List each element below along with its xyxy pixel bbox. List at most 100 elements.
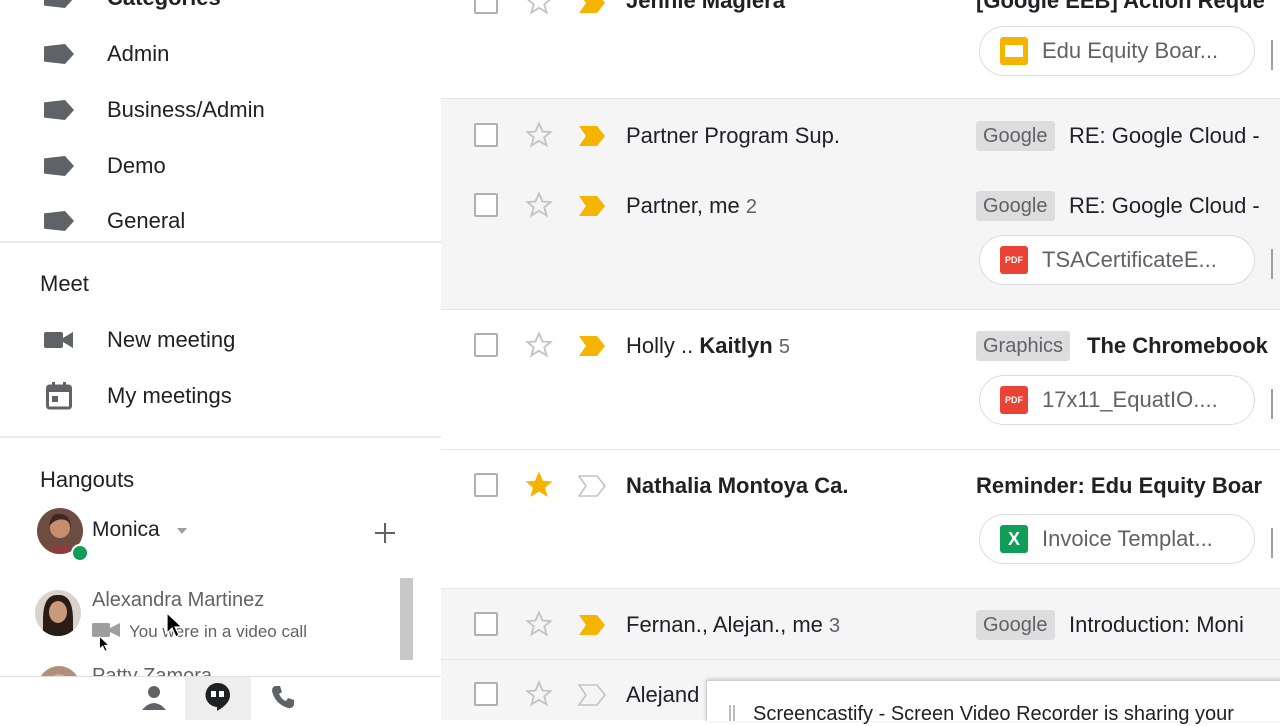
chevron-down-icon[interactable] [177, 528, 187, 534]
mouse-cursor-icon [166, 611, 184, 643]
sender-name: Nathalia Montoya Ca. [626, 473, 849, 498]
sender-name: Jennie Magiera [626, 0, 785, 13]
message-subject: RE: Google Cloud - [1069, 193, 1260, 218]
calendar-icon [44, 382, 74, 410]
attachment-name: TSACertificateE... [1042, 247, 1217, 272]
label-icon [44, 0, 74, 10]
table-row[interactable]: Jennie Magiera [Google EEB] Action Reque… [441, 0, 1280, 99]
new-meeting-label: New meeting [107, 327, 236, 352]
new-meeting-button[interactable]: New meeting [0, 316, 441, 364]
star-icon[interactable] [524, 609, 554, 638]
video-camera-icon [44, 328, 74, 352]
hangouts-contact-row[interactable]: Patty Zamora [0, 660, 441, 676]
select-checkbox[interactable] [474, 0, 498, 14]
select-checkbox[interactable] [474, 123, 498, 147]
sidebar-item-label: General [107, 208, 186, 233]
star-icon[interactable] [525, 0, 553, 16]
label-icon [44, 42, 74, 66]
avatar [35, 590, 81, 636]
sidebar-item-demo[interactable]: Demo [0, 142, 441, 190]
sidebar-item-label: Admin [107, 41, 170, 66]
pdf-file-icon: PDF [1000, 246, 1028, 274]
sender-name: Alejand [626, 682, 700, 707]
screen-sharing-text: Screencastify - Screen Video Recorder is… [753, 703, 1234, 725]
hangouts-scrollbar[interactable] [400, 578, 413, 660]
message-subject: The Chromebook [1087, 333, 1268, 358]
message-subject: Reminder: Edu Equity Boar [976, 473, 1263, 498]
table-row[interactable]: Partner, me 2 Google RE: Google Cloud - … [441, 169, 1280, 310]
star-icon[interactable] [524, 330, 554, 359]
sidebar-item-business-admin[interactable]: Business/Admin [0, 86, 441, 134]
attachment-chip[interactable]: PDF TSACertificateE... [979, 235, 1255, 285]
drag-handle-icon[interactable] [729, 705, 735, 721]
my-meetings-button[interactable]: My meetings [0, 372, 441, 420]
table-row[interactable]: Holly .. Kaitlyn 5 Graphics The Chromebo… [441, 310, 1280, 450]
hangouts-contact-row[interactable]: Alexandra Martinez You were in a video c… [0, 582, 441, 646]
table-row[interactable]: Nathalia Montoya Ca. Reminder: Edu Equit… [441, 450, 1280, 589]
contact-status-text: You were in a video call [129, 622, 307, 641]
person-icon [141, 684, 167, 715]
star-icon[interactable] [524, 190, 554, 219]
message-list: Jennie Magiera [Google EEB] Action Reque… [441, 0, 1280, 720]
select-checkbox[interactable] [474, 333, 498, 357]
label-tag[interactable]: Google [976, 191, 1055, 221]
select-checkbox[interactable] [474, 193, 498, 217]
attachment-chip[interactable]: PDF 17x11_EquatIO.... [979, 375, 1255, 425]
sender-name: Partner Program Sup. [626, 123, 840, 148]
message-subject: Introduction: Moni [1069, 612, 1244, 637]
select-checkbox[interactable] [474, 682, 498, 706]
label-icon [44, 154, 74, 178]
avatar [38, 666, 80, 676]
attachment-chip-edge [1271, 249, 1280, 279]
important-marker-icon[interactable] [577, 335, 607, 357]
screen-sharing-notification[interactable]: Screencastify - Screen Video Recorder is… [706, 680, 1280, 725]
star-icon[interactable] [524, 679, 554, 708]
star-icon[interactable] [524, 120, 554, 149]
sidebar-divider [0, 241, 441, 243]
pdf-file-icon: PDF [1000, 386, 1028, 414]
label-tag[interactable]: Google [976, 121, 1055, 151]
thread-count: 5 [778, 336, 790, 358]
hangouts-icon [205, 682, 231, 717]
contact-name: Alexandra Martinez [92, 589, 265, 611]
label-icon [44, 98, 74, 122]
sender-name: Partner, me 2 [626, 193, 757, 218]
select-checkbox[interactable] [474, 612, 498, 636]
important-marker-icon[interactable] [577, 125, 607, 147]
important-marker-icon[interactable] [577, 684, 607, 706]
hangouts-user-name: Monica [92, 518, 160, 541]
sidebar-item-label: Categories [107, 0, 221, 11]
attachment-name: Edu Equity Boar... [1042, 38, 1219, 63]
important-marker-icon[interactable] [577, 0, 607, 14]
sidebar-item-general[interactable]: General [0, 197, 441, 245]
conversations-tab[interactable] [185, 677, 251, 720]
attachment-chip[interactable]: Edu Equity Boar... [979, 26, 1255, 76]
sheets-file-icon: X [1000, 525, 1028, 553]
label-tag[interactable]: Google [976, 610, 1055, 640]
plus-icon[interactable] [372, 520, 398, 546]
hangouts-bottom-bar [0, 676, 441, 720]
mouse-cursor-icon [99, 635, 110, 657]
sidebar-divider [0, 436, 441, 438]
sidebar-item-label: Demo [107, 153, 166, 178]
important-marker-icon[interactable] [577, 475, 607, 497]
left-sidebar: Categories Admin Business/Admin Demo Gen… [0, 0, 441, 720]
star-icon[interactable] [525, 471, 553, 499]
important-marker-icon[interactable] [577, 195, 607, 217]
label-tag[interactable]: Graphics [976, 331, 1071, 361]
calls-tab[interactable] [250, 677, 316, 720]
sender-name: Fernan., Alejan., me 3 [626, 612, 841, 637]
table-row[interactable]: Fernan., Alejan., me 3 Google Introducti… [441, 589, 1280, 660]
hangouts-user-row[interactable]: Monica [0, 506, 441, 562]
contact-name: Patty Zamora [92, 665, 213, 676]
hangouts-section-title: Hangouts [40, 467, 135, 492]
sender-name: Holly .. Kaitlyn 5 [626, 333, 790, 358]
sidebar-item-categories[interactable]: Categories [0, 0, 441, 22]
select-checkbox[interactable] [474, 473, 498, 497]
sidebar-item-admin[interactable]: Admin [0, 30, 441, 78]
table-row[interactable]: Partner Program Sup. Google RE: Google C… [441, 99, 1280, 169]
important-marker-icon[interactable] [577, 614, 607, 636]
attachment-name: Invoice Templat... [1042, 526, 1213, 551]
attachment-chip[interactable]: X Invoice Templat... [979, 514, 1255, 564]
contacts-tab[interactable] [121, 677, 187, 720]
